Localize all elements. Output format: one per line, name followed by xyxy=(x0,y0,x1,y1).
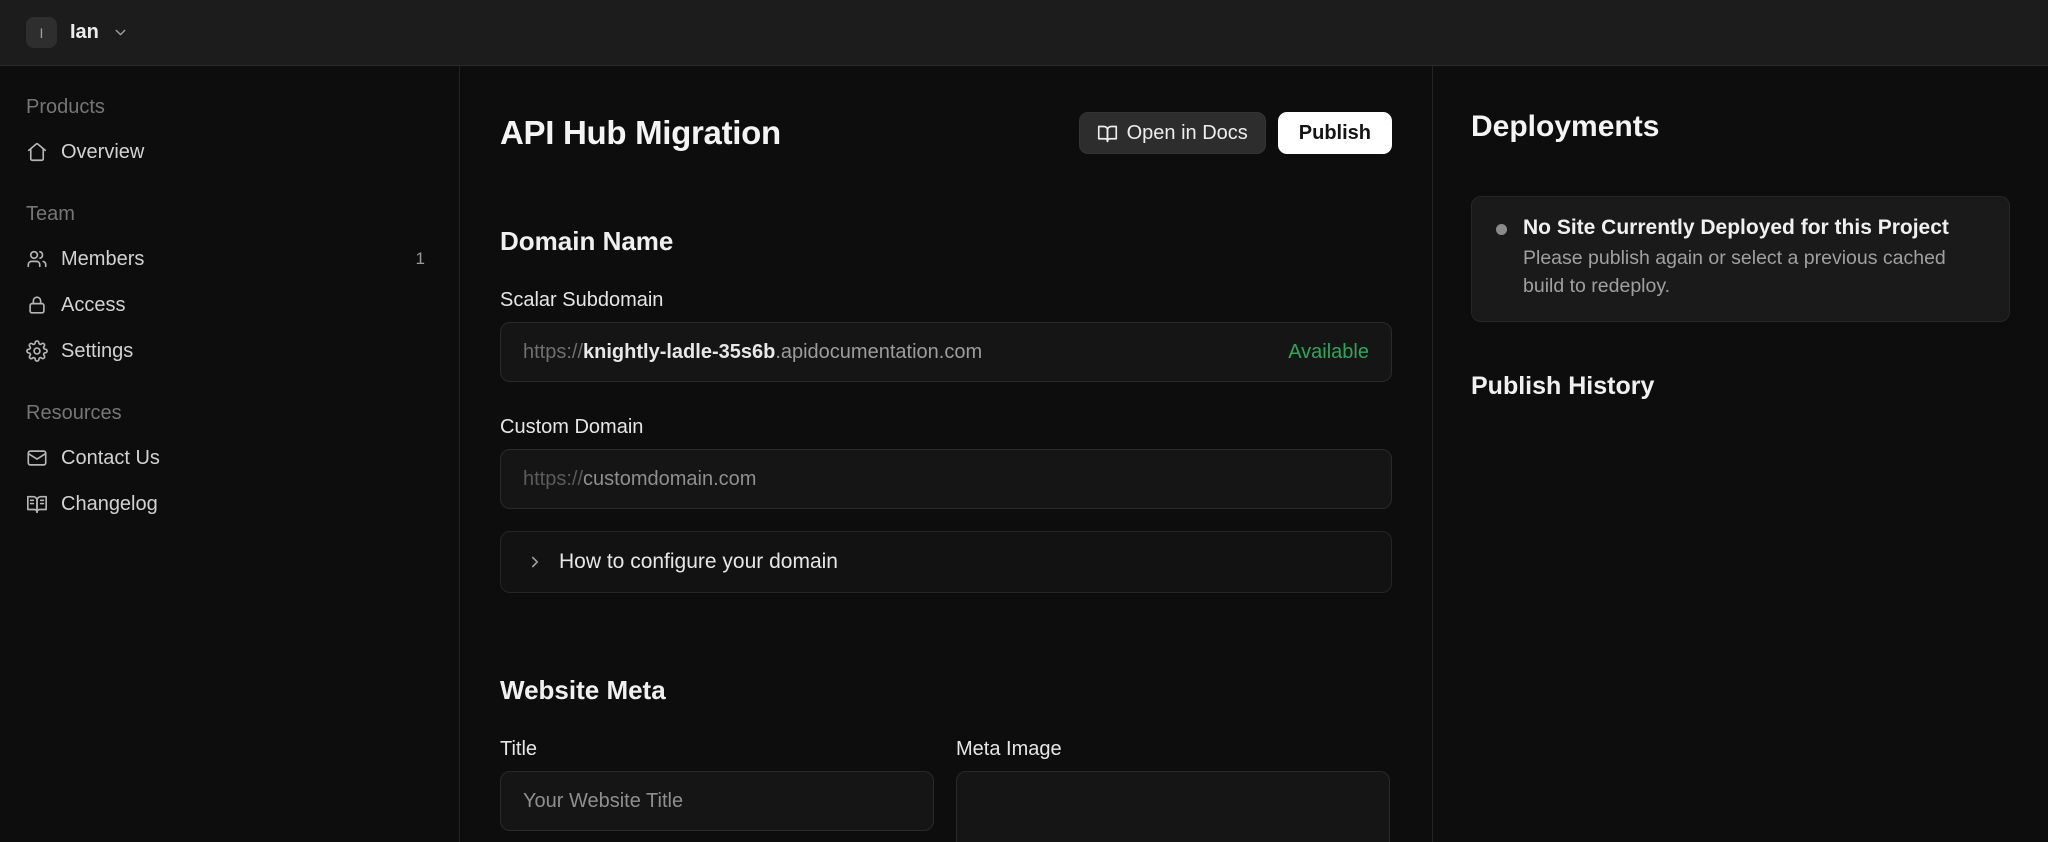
deployments-heading: Deployments xyxy=(1471,110,1660,143)
title-label: Title xyxy=(500,738,538,760)
topbar: I Ian xyxy=(0,0,2048,66)
open-book-icon xyxy=(1097,123,1118,144)
open-in-docs-button[interactable]: Open in Docs xyxy=(1078,112,1266,154)
users-icon xyxy=(26,248,48,270)
sidebar-item-label: Members xyxy=(61,247,145,270)
sidebar-item-label: Contact Us xyxy=(61,446,160,469)
sidebar-item-settings[interactable]: Settings xyxy=(26,328,433,374)
publish-history-heading: Publish History xyxy=(1471,372,1655,401)
home-icon xyxy=(26,141,48,163)
website-meta-heading: Website Meta xyxy=(500,675,666,705)
subdomain-value: knightly-ladle-35s6b xyxy=(583,340,776,363)
mail-icon xyxy=(26,447,48,469)
custom-domain-placeholder: customdomain.com xyxy=(583,467,757,490)
meta-image-upload-box[interactable] xyxy=(956,771,1390,842)
sidebar-item-access[interactable]: Access xyxy=(26,282,433,328)
sidebar-item-members[interactable]: Members 1 xyxy=(26,236,433,282)
scalar-subdomain-label: Scalar Subdomain xyxy=(500,289,664,311)
publish-button[interactable]: Publish xyxy=(1277,112,1392,154)
publish-label: Publish xyxy=(1298,121,1371,144)
main-content: API Hub Migration Open in Docs Publish D… xyxy=(460,66,1432,842)
sidebar-item-contact-us[interactable]: Contact Us xyxy=(26,435,433,481)
title-field-group: Title xyxy=(500,738,934,842)
subdomain-suffix: .apidocumentation.com xyxy=(775,340,983,363)
sidebar-section-products: Products xyxy=(26,96,105,118)
book-icon xyxy=(26,493,48,515)
configure-domain-label: How to configure your domain xyxy=(559,550,838,573)
sidebar-section-team: Team xyxy=(26,203,75,225)
sidebar-item-label: Settings xyxy=(61,339,134,362)
open-in-docs-label: Open in Docs xyxy=(1126,121,1248,144)
availability-status-badge: Available xyxy=(1288,340,1369,363)
sidebar-item-label: Changelog xyxy=(61,492,158,515)
sidebar-item-label: Overview xyxy=(61,140,145,163)
deployment-notice-title: No Site Currently Deployed for this Proj… xyxy=(1523,216,1949,239)
deployment-notice-text: No Site Currently Deployed for this Proj… xyxy=(1523,216,1981,300)
deployment-notice-card: No Site Currently Deployed for this Proj… xyxy=(1471,196,2010,323)
sidebar-item-label: Access xyxy=(61,293,126,316)
deployment-notice-body: Please publish again or select a previou… xyxy=(1523,247,1946,297)
configure-domain-disclosure[interactable]: How to configure your domain xyxy=(500,531,1392,593)
website-meta-fields: Title Meta Image xyxy=(500,738,1392,842)
status-dot-icon xyxy=(1496,224,1507,235)
deployment-notice-row: No Site Currently Deployed for this Proj… xyxy=(1496,216,1985,300)
gear-icon xyxy=(26,340,48,362)
sidebar-item-overview[interactable]: Overview xyxy=(26,129,433,175)
meta-image-label: Meta Image xyxy=(956,738,1062,760)
deployments-panel: Deployments No Site Currently Deployed f… xyxy=(1432,66,2048,842)
website-title-input[interactable] xyxy=(500,771,934,831)
main-header: API Hub Migration Open in Docs Publish xyxy=(500,112,1392,154)
sidebar-item-changelog[interactable]: Changelog xyxy=(26,481,433,527)
sidebar: Products Overview Team Members 1 Access xyxy=(0,66,460,842)
sidebar-section-resources: Resources xyxy=(26,402,122,424)
members-count-badge: 1 xyxy=(415,249,425,268)
avatar-initial: I xyxy=(39,24,44,41)
chevron-down-icon[interactable] xyxy=(112,24,129,41)
custom-domain-field[interactable]: https://customdomain.com xyxy=(500,449,1392,509)
page-layout: Products Overview Team Members 1 Access xyxy=(0,66,2048,842)
header-actions: Open in Docs Publish xyxy=(1078,112,1392,154)
chevron-right-icon xyxy=(526,553,544,571)
scalar-subdomain-field[interactable]: https://knightly-ladle-35s6b .apidocument… xyxy=(500,322,1392,382)
lock-icon xyxy=(26,294,48,316)
domain-name-heading: Domain Name xyxy=(500,226,674,256)
page-title: API Hub Migration xyxy=(500,114,781,151)
custom-domain-label: Custom Domain xyxy=(500,416,644,438)
avatar[interactable]: I xyxy=(26,17,57,48)
custom-domain-placeholder-scheme: https:// xyxy=(523,467,584,490)
account-name[interactable]: Ian xyxy=(70,21,99,44)
subdomain-url-scheme: https:// xyxy=(523,340,584,363)
meta-image-field-group: Meta Image xyxy=(956,738,1390,842)
